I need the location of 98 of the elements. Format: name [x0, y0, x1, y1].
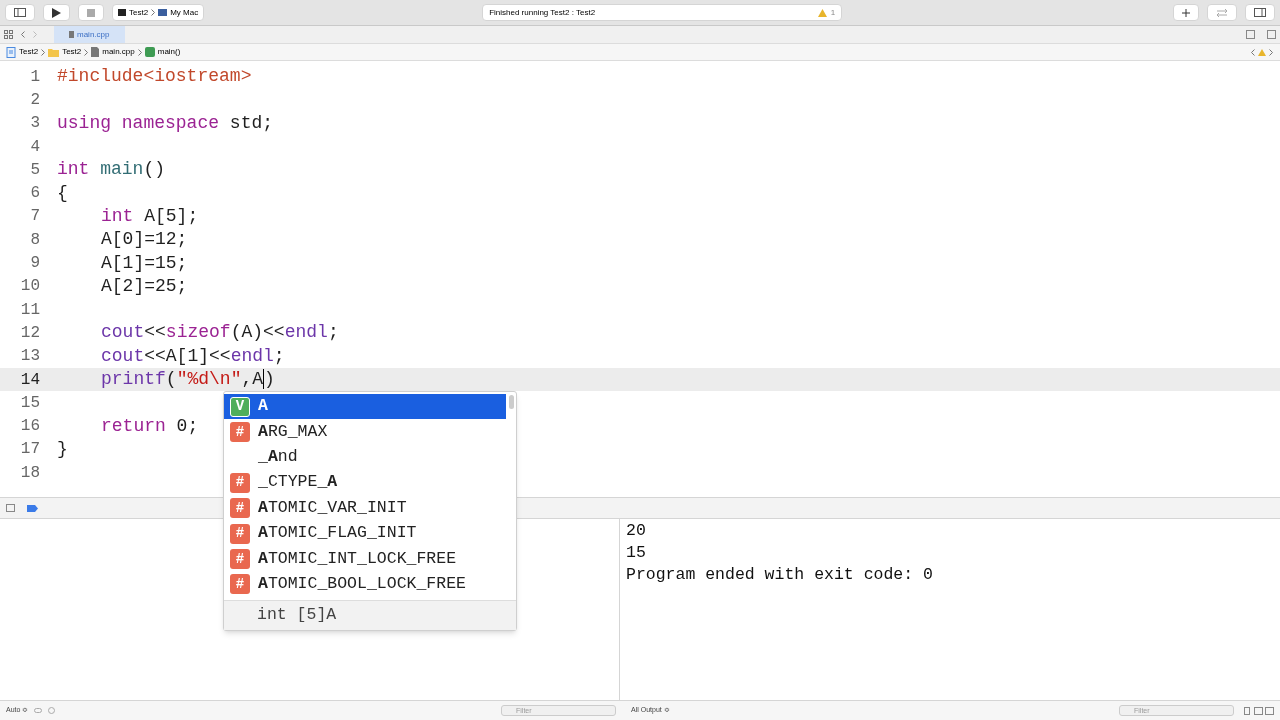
terminal-icon	[118, 9, 126, 16]
previous-issue-icon[interactable]	[1251, 48, 1255, 56]
line-number: 5	[29, 159, 40, 181]
back-icon[interactable]	[21, 31, 25, 38]
completion-item[interactable]: V A	[224, 394, 506, 420]
line-number: 13	[19, 346, 40, 368]
completion-label: _CTYPE_A	[258, 471, 338, 494]
warning-count: 1	[830, 6, 836, 19]
completion-item[interactable]: # ARG_MAX	[224, 419, 506, 445]
completion-label: A	[258, 395, 268, 418]
scrollbar-thumb[interactable]	[509, 395, 514, 409]
code-line: A[1]=15;	[101, 251, 188, 275]
code-line: int main()	[57, 158, 166, 182]
code-line: #include<iostream>	[57, 65, 252, 89]
line-number: 14	[19, 369, 40, 391]
breakpoint-icon[interactable]	[27, 504, 38, 512]
completion-item[interactable]: # ATOMIC_BOOL_LOCK_FREE	[224, 571, 506, 598]
line-number: 8	[29, 229, 40, 251]
stop-button[interactable]	[78, 4, 104, 21]
chevron-icon	[41, 48, 46, 56]
code-line: cout<<A[1]<<endl;	[101, 344, 285, 368]
completion-item[interactable]: # ATOMIC_INT_LOCK_FREE	[224, 546, 506, 572]
breadcrumb-item[interactable]: Test2	[19, 46, 39, 58]
line-number: 11	[19, 299, 40, 321]
macro-badge: #	[230, 498, 250, 519]
code-line: return 0;	[101, 414, 199, 438]
code-line: using namespace std;	[57, 111, 274, 135]
inspector-toggle-button[interactable]	[1245, 4, 1275, 21]
line-number: 1	[29, 66, 40, 88]
completion-label: ARG_MAX	[258, 420, 328, 443]
code-line: cout<<sizeof(A)<<endl;	[101, 321, 339, 345]
code-line: }	[57, 437, 68, 461]
next-issue-icon[interactable]	[1269, 48, 1273, 56]
completion-item[interactable]: # ATOMIC_FLAG_INIT	[224, 520, 506, 547]
line-number: 12	[19, 322, 40, 344]
line-number: 3	[29, 113, 40, 135]
output-line: 20	[626, 520, 647, 542]
code-line: A[0]=12;	[101, 228, 188, 252]
code-line: printf("%d\n",A)	[101, 368, 275, 392]
completion-label: ATOMIC_FLAG_INIT	[258, 522, 417, 545]
line-number: 18	[19, 462, 40, 484]
line-number: 6	[29, 183, 40, 205]
macro-badge: #	[230, 549, 250, 570]
project-icon	[6, 46, 16, 58]
grid-icon[interactable]	[4, 30, 13, 39]
warning-icon[interactable]	[1258, 48, 1266, 56]
output-line: Program ended with exit code: 0	[626, 564, 934, 586]
monitor-icon	[158, 9, 168, 16]
code-line: A[2]=25;	[101, 274, 188, 298]
file-icon	[91, 47, 100, 57]
line-number: 9	[29, 253, 40, 275]
completion-item[interactable]: # _CTYPE_A	[224, 470, 506, 496]
variable-badge: V	[230, 396, 250, 417]
add-button[interactable]	[1173, 4, 1199, 21]
status-text: Finished running Test2 : Test2	[489, 6, 597, 19]
run-button[interactable]	[43, 4, 70, 21]
output-line: 15	[626, 542, 647, 564]
stop-icon	[87, 8, 95, 17]
completion-label: ATOMIC_INT_LOCK_FREE	[258, 547, 457, 570]
line-number: 4	[29, 136, 40, 158]
arrows-icon	[1216, 8, 1228, 17]
play-icon	[52, 7, 61, 18]
destination-name: My Mac	[170, 6, 199, 19]
completion-item[interactable]: _And	[224, 444, 506, 471]
forward-icon[interactable]	[33, 31, 37, 38]
code-line: int A[5];	[101, 204, 199, 228]
breadcrumb-item[interactable]: Test2	[62, 46, 82, 58]
line-number: 7	[29, 206, 40, 228]
file-icon	[69, 31, 74, 38]
macro-badge: #	[230, 422, 250, 443]
sidebar-icon	[14, 8, 26, 17]
completion-label: _And	[258, 446, 298, 469]
panel-icon	[1254, 8, 1266, 17]
line-number: 10	[19, 276, 40, 298]
completion-label: ATOMIC_BOOL_LOCK_FREE	[258, 573, 466, 596]
plus-icon	[1182, 8, 1190, 17]
breadcrumb-item[interactable]: main()	[157, 46, 181, 58]
completion-label: ATOMIC_VAR_INIT	[258, 496, 407, 519]
scheme-name: Test2	[129, 6, 149, 19]
warning-icon	[817, 8, 827, 17]
macro-badge: #	[230, 523, 250, 544]
folder-icon	[48, 47, 60, 57]
chevron-icon	[84, 48, 89, 56]
chevron-icon	[151, 9, 156, 16]
breadcrumb-item[interactable]: main.cpp	[102, 46, 135, 58]
editor-tab[interactable]: main.cpp	[54, 26, 125, 43]
function-icon	[144, 47, 155, 57]
chevron-icon	[137, 48, 142, 56]
line-number: 16	[19, 416, 40, 438]
line-number: 17	[19, 439, 40, 461]
macro-badge: #	[230, 574, 250, 595]
macro-badge: #	[230, 472, 250, 493]
completion-detail: int [5]A	[224, 600, 516, 631]
code-line: {	[57, 181, 68, 205]
line-number: 2	[29, 89, 40, 111]
sidebar-toggle-button[interactable]	[5, 4, 35, 21]
line-number: 15	[19, 392, 40, 414]
scheme-selector[interactable]: Test2 My Mac	[112, 4, 205, 21]
